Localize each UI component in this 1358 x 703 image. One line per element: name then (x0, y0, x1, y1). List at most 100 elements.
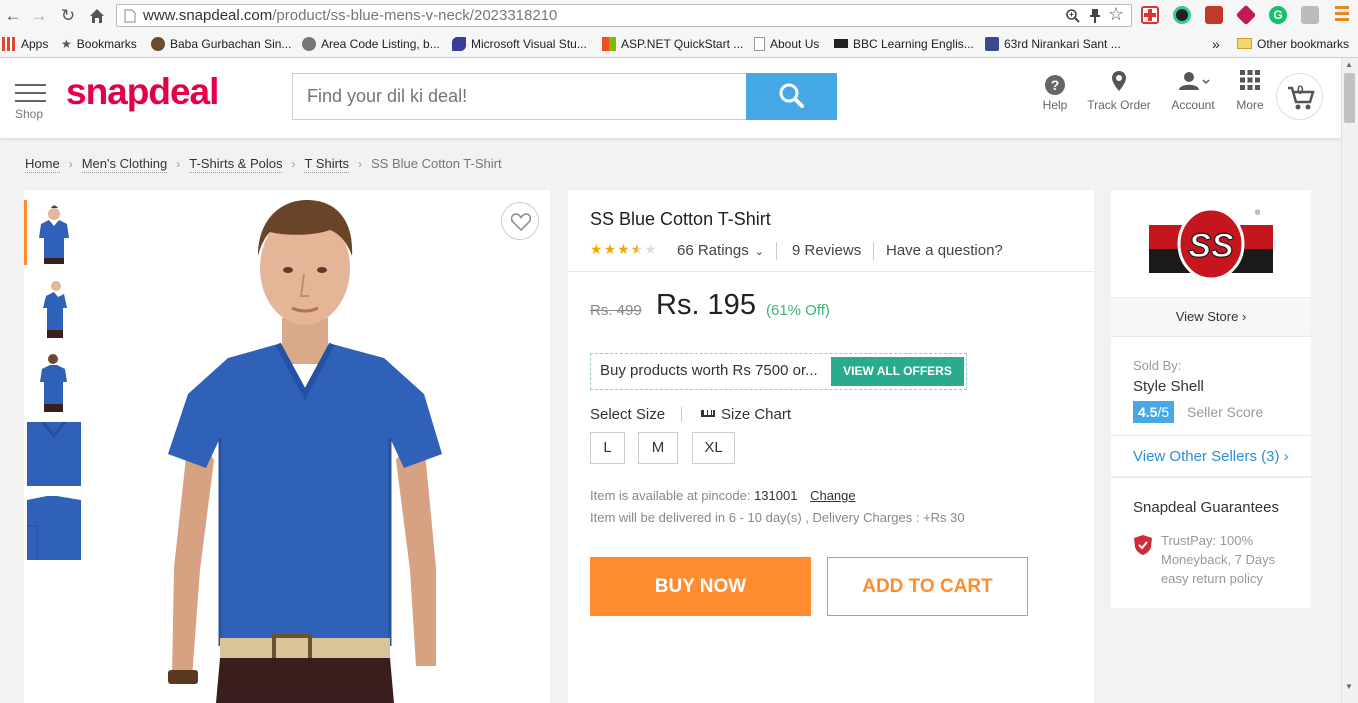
back-arrow-icon[interactable]: ← (2, 5, 24, 27)
folder-icon (1237, 38, 1252, 49)
forward-arrow-icon[interactable]: → (28, 5, 50, 27)
heart-icon (511, 213, 531, 231)
more-button[interactable]: More (1220, 70, 1280, 112)
product-main-image (168, 200, 442, 703)
view-store-link[interactable]: View Store › (1111, 297, 1311, 335)
breadcrumb-current: SS Blue Cotton T-Shirt (371, 156, 502, 171)
other-bookmarks-label: Other bookmarks (1257, 37, 1350, 51)
chevron-right-icon: › (291, 157, 296, 171)
extension-tag-icon[interactable] (1235, 4, 1257, 26)
account-button[interactable]: Account (1163, 70, 1223, 112)
address-bar[interactable]: www.snapdeal.com/product/ss-blue-mens-v-… (116, 4, 1132, 27)
extension-camera-icon[interactable] (1173, 6, 1191, 24)
thumbnail-4[interactable] (27, 422, 81, 486)
bookmark-aspnet[interactable]: ASP.NET QuickStart ... (602, 35, 743, 53)
product-details: SS Blue Cotton T-Shirt ★★★★★ 66 Ratings ⌄… (568, 190, 1094, 703)
home-icon[interactable] (86, 5, 108, 27)
bookmark-label: Bookmarks (76, 37, 137, 51)
bookmark-about-us[interactable]: About Us (754, 35, 819, 53)
size-chart-label: Size Chart (721, 406, 792, 423)
shop-label: Shop (15, 107, 44, 121)
bookmark-star-icon[interactable]: ☆ (1108, 4, 1124, 25)
breadcrumb: Home › Men's Clothing › T-Shirts & Polos › T S… (25, 154, 502, 174)
size-option-l[interactable]: L (590, 432, 625, 464)
search-icon (779, 83, 804, 108)
view-other-sellers-link[interactable]: View Other Sellers (3) › (1133, 448, 1289, 465)
other-bookmarks[interactable]: Other bookmarks (1237, 35, 1349, 53)
extension-health-icon[interactable] (1141, 6, 1159, 24)
chrome-menu-icon[interactable] (1335, 6, 1349, 22)
account-label: Account (1171, 98, 1215, 112)
reload-icon[interactable]: ↻ (57, 5, 79, 27)
view-all-offers-button[interactable]: VIEW ALL OFFERS (831, 357, 964, 386)
bookmark-baba-gurbachan[interactable]: Baba Gurbachan Sin... (151, 35, 291, 53)
thumbnail-3[interactable] (27, 348, 81, 412)
seller-score-badge: 4.5/5 (1133, 401, 1175, 423)
snapdeal-logo[interactable]: snapdeal (66, 71, 219, 113)
select-size-label: Select Size (590, 406, 666, 423)
help-button[interactable]: ? Help (1025, 70, 1085, 112)
track-order-button[interactable]: Track Order (1084, 70, 1154, 112)
page-scrollbar[interactable]: ▲ ▼ (1341, 58, 1358, 703)
breadcrumb-tshirts[interactable]: T Shirts (304, 156, 350, 173)
thumbnail-5[interactable] (27, 496, 81, 560)
size-chart-link[interactable]: Size Chart (701, 406, 791, 423)
size-option-m[interactable]: M (638, 432, 678, 464)
seller-score-label: Seller Score (1187, 404, 1264, 420)
seller-score-value: 4.5 (1138, 404, 1158, 420)
guarantee-text: TrustPay: 100% Moneyback, 7 Days easy re… (1161, 533, 1276, 586)
scroll-up-icon[interactable]: ▲ (1345, 60, 1353, 69)
grid-menu-icon (1220, 70, 1280, 98)
portrait-icon (302, 37, 316, 51)
star-filled-icon: ★ (603, 241, 618, 257)
thumbnail-1[interactable] (27, 200, 81, 264)
buy-now-button[interactable]: BUY NOW (590, 557, 811, 616)
bookmark-area-code[interactable]: Area Code Listing, b... (302, 35, 440, 53)
svg-text:®: ® (1255, 209, 1261, 217)
shop-menu-button[interactable]: Shop (15, 84, 46, 121)
scroll-down-icon[interactable]: ▼ (1345, 682, 1353, 691)
search-input[interactable] (292, 73, 747, 120)
star-filled-icon: ★ (590, 241, 604, 257)
scrollbar-thumb[interactable] (1344, 73, 1355, 123)
bookmark-bbc[interactable]: BBC Learning Englis... (834, 35, 974, 53)
cart-button[interactable]: 0 (1276, 73, 1323, 120)
ss-brand-logo[interactable]: SS ® (1149, 207, 1273, 279)
brand-store-card: SS ® (1111, 190, 1311, 297)
size-option-xl[interactable]: XL (692, 432, 735, 464)
pincode-availability: Item is available at pincode: 131001 Cha… (590, 488, 856, 503)
hamburger-icon (15, 84, 46, 102)
breadcrumb-tshirts-polos[interactable]: T-Shirts & Polos (189, 156, 283, 173)
star-icon: ★ (61, 37, 72, 51)
bookmark-label: About Us (770, 37, 820, 51)
breadcrumb-home[interactable]: Home (25, 156, 60, 173)
chevron-right-icon: › (176, 157, 181, 171)
bookmark-visual-studio[interactable]: Microsoft Visual Stu... (452, 35, 587, 53)
bbc-icon (834, 39, 848, 48)
bookmark-apps[interactable]: Apps (2, 35, 48, 53)
breadcrumb-mens-clothing[interactable]: Men's Clothing (81, 156, 168, 173)
question-link[interactable]: Have a question? (886, 242, 1003, 259)
grammarly-icon[interactable]: G (1269, 6, 1287, 24)
extension-pages-icon[interactable] (1301, 6, 1319, 24)
bookmark-nirankari[interactable]: 63rd Nirankari Sant ... (985, 35, 1121, 53)
bookmark-bookmarks[interactable]: ★ Bookmarks (61, 35, 137, 53)
extension-book-icon[interactable] (1205, 6, 1223, 24)
bookmarks-overflow-button[interactable]: » (1212, 35, 1220, 53)
pincode-value: 131001 (754, 488, 798, 503)
add-to-cart-button[interactable]: ADD TO CART (827, 557, 1028, 616)
seller-name[interactable]: Style Shell (1133, 378, 1204, 395)
zoom-icon[interactable] (1065, 8, 1081, 24)
thumbnail-2[interactable] (27, 274, 81, 338)
browser-chrome: ← → ↻ www.snapdeal.com/product/ss-blue-m… (0, 0, 1358, 58)
reviews-link[interactable]: 9 Reviews (792, 242, 861, 259)
pincode-prefix: Item is available at pincode: (590, 488, 751, 503)
more-label: More (1236, 98, 1264, 112)
pin-icon[interactable] (1089, 8, 1101, 24)
search-button[interactable] (746, 73, 837, 120)
change-pincode-link[interactable]: Change (810, 488, 856, 503)
wishlist-button[interactable] (501, 202, 539, 240)
chevron-right-icon: › (1241, 309, 1247, 324)
shield-check-icon (1134, 535, 1152, 555)
ratings-dropdown[interactable]: 66 Ratings ⌄ (677, 242, 764, 259)
